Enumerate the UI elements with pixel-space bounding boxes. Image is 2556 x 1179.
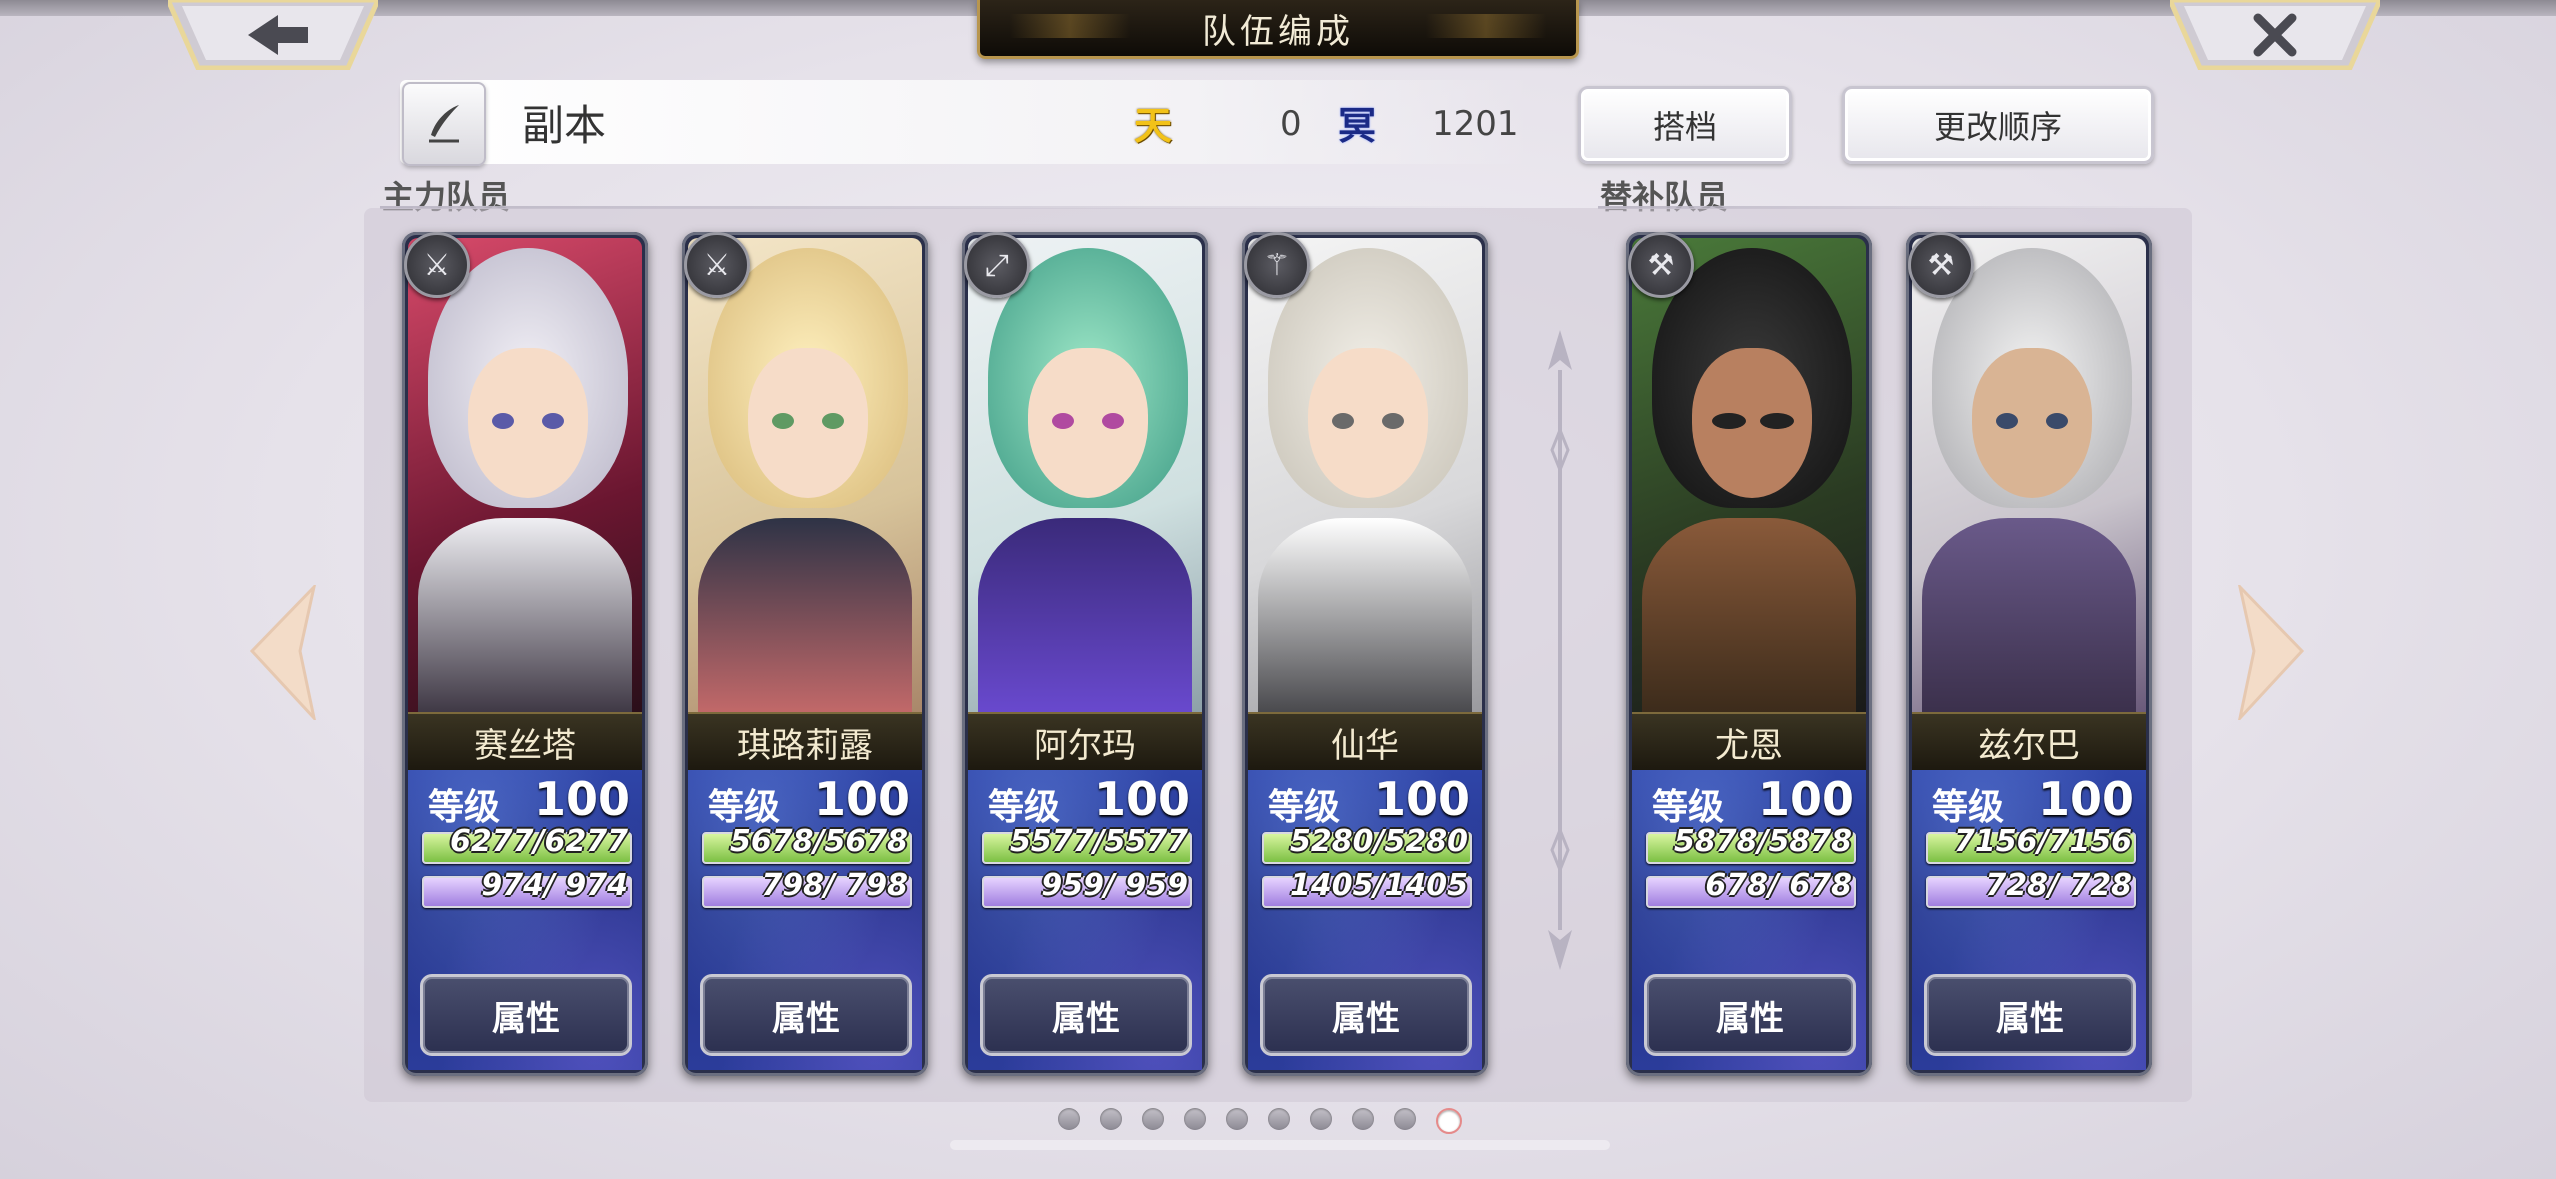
level-value: 100	[1373, 772, 1470, 826]
axe-icon: ⚒	[1908, 232, 1974, 298]
member-name: 琪路莉露	[688, 712, 922, 772]
close-button[interactable]	[2170, 0, 2380, 70]
page-title: 队伍编成	[1202, 11, 1354, 52]
dark-count: 1201	[1432, 104, 1519, 144]
page-indicator	[1058, 1108, 1462, 1134]
character-portrait	[1912, 238, 2146, 712]
hp-value: 5678/5678	[730, 824, 908, 859]
member-name: 仙华	[1248, 712, 1482, 772]
level-label: 等级	[708, 787, 781, 828]
chevron-left-icon	[249, 582, 317, 723]
mp-value: 798/ 798	[761, 868, 908, 903]
attribute-button[interactable]: 属性	[1260, 974, 1472, 1056]
level-label: 等级	[1932, 787, 2005, 828]
page-dot[interactable]	[1058, 1108, 1080, 1130]
page-dot-active[interactable]	[1436, 1108, 1462, 1134]
level-value: 100	[1093, 772, 1190, 826]
character-portrait	[688, 238, 922, 712]
level-value: 100	[533, 772, 630, 826]
member-name: 赛丝塔	[408, 712, 642, 772]
heaven-badge-icon: 天	[1133, 102, 1172, 148]
dark-badge-icon: 冥	[1337, 102, 1376, 148]
member-card[interactable]: ⚒ 尤恩 等级 100 5878/5878 678/ 678 属性	[1626, 232, 1872, 1076]
attribute-button[interactable]: 属性	[980, 974, 1192, 1056]
page-dot[interactable]	[1142, 1108, 1164, 1130]
page-dot[interactable]	[1100, 1108, 1122, 1130]
page-dot[interactable]	[1352, 1108, 1374, 1130]
section-divider	[1548, 330, 1572, 970]
level-value: 100	[813, 772, 910, 826]
mp-value: 678/ 678	[1705, 868, 1852, 903]
character-portrait	[968, 238, 1202, 712]
mp-value: 1405/1405	[1290, 868, 1468, 903]
attribute-button[interactable]: 属性	[420, 974, 632, 1056]
mp-value: 728/ 728	[1985, 868, 2132, 903]
quill-pen-icon	[429, 105, 459, 143]
hp-value: 5280/5280	[1290, 824, 1468, 859]
character-portrait	[1632, 238, 1866, 712]
back-button[interactable]	[168, 0, 378, 70]
reorder-button[interactable]: 更改顺序	[1842, 86, 2154, 164]
member-card[interactable]: ⚚ 仙华 等级 100 5280/5280 1405/1405 属性	[1242, 232, 1488, 1076]
member-name: 兹尔巴	[1912, 712, 2146, 772]
character-portrait	[1248, 238, 1482, 712]
member-card[interactable]: ⤢ 阿尔玛 等级 100 5577/5577 959/ 959 属性	[962, 232, 1208, 1076]
member-name: 尤恩	[1632, 712, 1866, 772]
member-card[interactable]: ⚒ 兹尔巴 等级 100 7156/7156 728/ 728 属性	[1906, 232, 2152, 1076]
level-value: 100	[1757, 772, 1854, 826]
hp-value: 5577/5577	[1010, 824, 1188, 859]
partner-button[interactable]: 搭档	[1578, 86, 1792, 164]
mp-value: 974/ 974	[481, 868, 628, 903]
attribute-button[interactable]: 属性	[1924, 974, 2136, 1056]
arrow-left-icon	[168, 0, 378, 70]
level-label: 等级	[428, 787, 501, 828]
close-icon	[2170, 0, 2380, 70]
hp-value: 5878/5878	[1674, 824, 1852, 859]
level-label: 等级	[1268, 787, 1341, 828]
title-plate: 队伍编成	[977, 0, 1579, 59]
heaven-count: 0	[1280, 104, 1302, 144]
page-dot[interactable]	[1184, 1108, 1206, 1130]
member-card[interactable]: ⚔ 琪路莉露 等级 100 5678/5678 798/ 798 属性	[682, 232, 928, 1076]
page-dot[interactable]	[1394, 1108, 1416, 1130]
character-portrait	[408, 238, 642, 712]
member-card[interactable]: ⚔ 赛丝塔 等级 100 6277/6277 974/ 974 属性	[402, 232, 648, 1076]
page-dot[interactable]	[1310, 1108, 1332, 1130]
member-name: 阿尔玛	[968, 712, 1202, 772]
bow-icon: ⤢	[964, 232, 1030, 298]
level-value: 100	[2037, 772, 2134, 826]
mp-value: 959/ 959	[1041, 868, 1188, 903]
team-name: 副本	[522, 101, 607, 150]
hp-value: 7156/7156	[1954, 824, 2132, 859]
page-dot[interactable]	[1268, 1108, 1290, 1130]
axe-icon: ⚒	[1628, 232, 1694, 298]
sword-icon: ⚔	[684, 232, 750, 298]
hp-value: 6277/6277	[450, 824, 628, 859]
attribute-button[interactable]: 属性	[700, 974, 912, 1056]
edit-team-name-button[interactable]	[402, 82, 486, 166]
previous-page-button[interactable]	[248, 582, 318, 723]
sword-icon: ⚔	[404, 232, 470, 298]
staff-icon: ⚚	[1244, 232, 1310, 298]
level-label: 等级	[988, 787, 1061, 828]
attribute-button[interactable]: 属性	[1644, 974, 1856, 1056]
bottom-strip	[950, 1140, 1610, 1150]
next-page-button[interactable]	[2236, 582, 2306, 723]
chevron-right-icon	[2237, 582, 2305, 723]
level-label: 等级	[1652, 787, 1725, 828]
page-dot[interactable]	[1226, 1108, 1248, 1130]
